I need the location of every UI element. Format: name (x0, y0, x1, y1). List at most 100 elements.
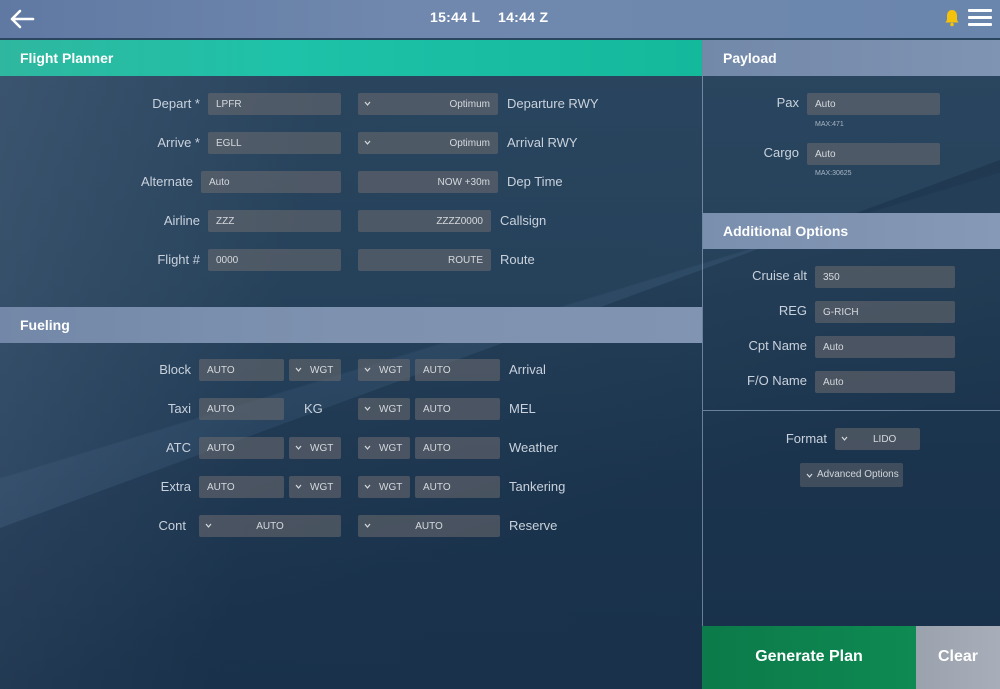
cpt-name-label: Cpt Name (748, 338, 807, 353)
tankering-fuel-unit-select[interactable]: WGT (358, 476, 410, 498)
dep-time-input[interactable]: NOW +30m (358, 171, 498, 193)
reserve-fuel-select[interactable]: AUTO (358, 515, 500, 537)
route-label: Route (500, 252, 535, 267)
chevron-down-icon (364, 101, 371, 106)
arrival-fuel-label: Arrival (509, 362, 546, 377)
tankering-fuel-unit-value: WGT (379, 482, 403, 493)
reg-input[interactable]: G-RICH (815, 301, 955, 323)
chevron-down-icon (364, 406, 371, 411)
atc-fuel-unit-value: WGT (310, 443, 334, 454)
weather-fuel-input[interactable]: AUTO (415, 437, 500, 459)
atc-fuel-label: ATC (165, 440, 191, 455)
left-panel-background (0, 76, 702, 689)
cargo-label: Cargo (763, 145, 799, 160)
tankering-fuel-label: Tankering (509, 479, 566, 494)
block-fuel-unit-select[interactable]: WGT (289, 359, 341, 381)
weather-fuel-label: Weather (509, 440, 558, 455)
extra-fuel-unit-select[interactable]: WGT (289, 476, 341, 498)
reserve-fuel-value: AUTO (415, 521, 443, 532)
chevron-down-icon (364, 367, 371, 372)
departure-rwy-select[interactable]: Optimum (358, 93, 498, 115)
mel-fuel-input[interactable]: AUTO (415, 398, 500, 420)
alternate-input[interactable]: Auto (201, 171, 341, 193)
arrival-fuel-unit-select[interactable]: WGT (358, 359, 410, 381)
fuel-unit-label: KG (304, 401, 323, 416)
additional-options-header: Additional Options (703, 213, 1000, 249)
flight-number-input[interactable]: 0000 (208, 249, 341, 271)
block-fuel-unit-value: WGT (310, 365, 334, 376)
pax-max-hint: MAX:471 (815, 121, 844, 128)
departure-rwy-label: Departure RWY (507, 96, 599, 111)
arrival-fuel-unit-value: WGT (379, 365, 403, 376)
arrow-left-icon[interactable] (8, 6, 36, 32)
extra-fuel-unit-value: WGT (310, 482, 334, 493)
payload-header: Payload (703, 40, 1000, 76)
cont-fuel-select[interactable]: AUTO (199, 515, 341, 537)
flight-planner-header: Flight Planner (0, 40, 702, 76)
format-select[interactable]: LIDO (835, 428, 920, 450)
panel-divider (702, 40, 703, 626)
arrival-fuel-input[interactable]: AUTO (415, 359, 500, 381)
pax-input[interactable]: Auto (807, 93, 940, 115)
airline-input[interactable]: ZZZ (208, 210, 341, 232)
block-fuel-input[interactable]: AUTO (199, 359, 284, 381)
cont-fuel-label: Cont (158, 518, 186, 533)
section-divider (703, 410, 1000, 411)
cont-fuel-value: AUTO (256, 521, 284, 532)
chevron-down-icon (295, 367, 302, 372)
arrive-input[interactable]: EGLL (208, 132, 341, 154)
arrival-rwy-value: Optimum (449, 138, 490, 149)
block-fuel-label: Block (159, 362, 191, 377)
generate-plan-button[interactable]: Generate Plan (702, 626, 916, 689)
chevron-down-icon (364, 484, 371, 489)
cargo-max-hint: MAX:30625 (815, 170, 852, 177)
clear-button[interactable]: Clear (916, 626, 1000, 689)
zulu-time: 14:44 Z (498, 9, 549, 25)
alternate-label: Alternate (140, 174, 193, 189)
callsign-label: Callsign (500, 213, 547, 228)
cargo-input[interactable]: Auto (807, 143, 940, 165)
arrival-rwy-select[interactable]: Optimum (358, 132, 498, 154)
advanced-options-button[interactable]: Advanced Options (800, 463, 903, 487)
dep-time-label: Dep Time (507, 174, 563, 189)
advanced-options-label: Advanced Options (817, 469, 899, 480)
chevron-down-icon (295, 445, 302, 450)
route-input[interactable]: ROUTE (358, 249, 491, 271)
bell-icon[interactable] (944, 9, 960, 27)
weather-fuel-unit-value: WGT (379, 443, 403, 454)
arrive-label: Arrive * (157, 135, 200, 150)
callsign-input[interactable]: ZZZZ0000 (358, 210, 491, 232)
cpt-name-input[interactable]: Auto (815, 336, 955, 358)
atc-fuel-unit-select[interactable]: WGT (289, 437, 341, 459)
atc-fuel-input[interactable]: AUTO (199, 437, 284, 459)
extra-fuel-input[interactable]: AUTO (199, 476, 284, 498)
chevron-down-icon (841, 436, 848, 441)
format-label: Format (785, 431, 827, 446)
fo-name-input[interactable]: Auto (815, 371, 955, 393)
hamburger-menu-icon[interactable] (968, 9, 992, 29)
reg-label: REG (778, 303, 807, 318)
depart-label: Depart * (152, 96, 200, 111)
arrival-rwy-label: Arrival RWY (507, 135, 578, 150)
departure-rwy-value: Optimum (449, 99, 490, 110)
tankering-fuel-input[interactable]: AUTO (415, 476, 500, 498)
chevron-down-icon (364, 523, 371, 528)
extra-fuel-label: Extra (160, 479, 191, 494)
top-bar: 15:44 L 14:44 Z (0, 0, 1000, 38)
format-value: LIDO (873, 434, 897, 445)
cruise-alt-label: Cruise alt (752, 268, 807, 283)
fueling-header: Fueling (0, 307, 702, 343)
reserve-fuel-label: Reserve (509, 518, 558, 533)
flight-number-label: Flight # (157, 252, 200, 267)
chevron-down-icon (205, 523, 212, 528)
fo-name-label: F/O Name (747, 373, 807, 388)
mel-fuel-label: MEL (509, 401, 536, 416)
chevron-down-icon (364, 140, 371, 145)
chevron-down-icon (295, 484, 302, 489)
weather-fuel-unit-select[interactable]: WGT (358, 437, 410, 459)
taxi-fuel-input[interactable]: AUTO (199, 398, 284, 420)
mel-fuel-unit-select[interactable]: WGT (358, 398, 410, 420)
chevron-down-icon (364, 445, 371, 450)
depart-input[interactable]: LPFR (208, 93, 341, 115)
cruise-alt-input[interactable]: 350 (815, 266, 955, 288)
